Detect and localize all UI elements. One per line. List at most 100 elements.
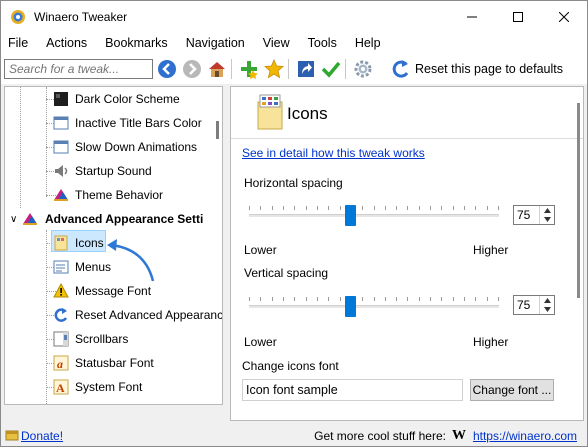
- spin-down-button[interactable]: [540, 305, 555, 314]
- tree-group-advanced-appearance[interactable]: ∨ Advanced Appearance Setti: [10, 207, 203, 231]
- minimize-icon: [467, 16, 477, 17]
- tree-item-label: Theme Behavior: [75, 188, 164, 202]
- tree-line: [20, 87, 21, 208]
- tweak-tree[interactable]: Dark Color Scheme Inactive Title Bars Co…: [4, 86, 223, 405]
- tree-item-theme-behavior[interactable]: Theme Behavior: [52, 183, 163, 207]
- tree-item-label: Statusbar Font: [75, 356, 154, 370]
- spin-down-button[interactable]: [540, 215, 555, 224]
- warning-icon: [52, 282, 70, 300]
- reset-page-button[interactable]: Reset this page to defaults: [392, 59, 563, 79]
- menu-view[interactable]: View: [254, 32, 299, 54]
- window-title: Winaero Tweaker: [34, 9, 128, 24]
- vertical-min-label: Lower: [244, 335, 277, 349]
- change-font-button[interactable]: Change font ...: [470, 379, 554, 401]
- panel-title: Icons: [287, 104, 328, 123]
- tree-item-system-font[interactable]: A System Font: [52, 375, 142, 399]
- horizontal-slider-ticks: [249, 206, 499, 210]
- tweak-panel: Icons See in detail how this tweak works…: [230, 86, 584, 421]
- menu-actions[interactable]: Actions: [37, 32, 96, 54]
- website-link[interactable]: https://winaero.com: [473, 429, 577, 443]
- theme-icon: [22, 210, 40, 228]
- back-button[interactable]: [156, 58, 178, 80]
- vertical-spacing-value: 75: [517, 298, 531, 312]
- search-input[interactable]: [4, 59, 153, 79]
- spin-up-button[interactable]: [540, 296, 555, 305]
- toolbar-separator: [288, 59, 289, 79]
- font-sample-box: Icon font sample: [242, 379, 463, 401]
- tree-item-slow-down-animations[interactable]: Slow Down Animations: [52, 135, 197, 159]
- tree-item-dark-color-scheme[interactable]: Dark Color Scheme: [52, 87, 180, 111]
- detail-link[interactable]: See in detail how this tweak works: [242, 146, 425, 160]
- forward-button[interactable]: [181, 58, 203, 80]
- menu-bookmarks[interactable]: Bookmarks: [96, 32, 177, 54]
- tree-item-reset-advanced[interactable]: Reset Advanced Appearance: [52, 303, 222, 327]
- close-button[interactable]: [541, 1, 587, 32]
- tree-item-label: Inactive Title Bars Color: [75, 116, 202, 130]
- vertical-slider-thumb[interactable]: [344, 296, 356, 317]
- add-bookmark-button[interactable]: [238, 58, 260, 80]
- apply-button[interactable]: [320, 58, 342, 80]
- minimize-button[interactable]: [449, 1, 495, 32]
- window-icon: [52, 114, 70, 132]
- maximize-button[interactable]: [495, 1, 541, 32]
- annotation-arrow: [107, 239, 155, 282]
- home-button[interactable]: [206, 58, 228, 80]
- menu-tools[interactable]: Tools: [299, 32, 346, 54]
- shortcut-arrow-icon: [298, 61, 314, 77]
- theme-icon: [52, 186, 70, 204]
- gear-icon: [354, 60, 372, 78]
- vertical-slider-track[interactable]: [249, 305, 499, 308]
- horizontal-min-label: Lower: [244, 243, 277, 257]
- shortcut-button[interactable]: [295, 58, 317, 80]
- horizontal-max-label: Higher: [473, 243, 509, 257]
- vertical-slider-ticks: [249, 297, 499, 301]
- chevron-down-icon: [544, 307, 551, 312]
- toolbar: Reset this page to defaults: [1, 54, 587, 84]
- app-logo-icon: [11, 9, 25, 24]
- app-window: Winaero Tweaker File Actions Bookmarks N…: [0, 0, 588, 447]
- speaker-icon: [52, 162, 70, 180]
- panel-scrollbar[interactable]: [571, 87, 583, 420]
- donate-icon: [5, 430, 19, 441]
- tree-item-startup-sound[interactable]: Startup Sound: [52, 159, 152, 183]
- tree-item-icons[interactable]: Icons: [52, 231, 104, 255]
- tree-group-label: Advanced Appearance Setti: [45, 212, 204, 226]
- tree-item-label: Dark Color Scheme: [75, 92, 180, 106]
- tree-item-statusbar-font[interactable]: a Statusbar Font: [52, 351, 154, 375]
- toolbar-separator: [231, 59, 232, 79]
- promo-text: Get more cool stuff here:: [314, 429, 446, 443]
- chevron-up-icon: [544, 298, 551, 303]
- horizontal-slider-thumb[interactable]: [344, 205, 356, 226]
- menu-navigation[interactable]: Navigation: [177, 32, 254, 54]
- menu-file[interactable]: File: [1, 32, 37, 54]
- horizontal-spacing-value: 75: [517, 208, 531, 222]
- donate-link[interactable]: Donate!: [21, 429, 63, 443]
- back-arrow-icon: [158, 60, 176, 78]
- add-bookmark-icon: [241, 61, 258, 79]
- tree-scrollbar[interactable]: [210, 87, 222, 404]
- change-font-label: Change icons font: [242, 359, 339, 373]
- close-icon: [559, 11, 569, 22]
- tree-item-label: System Font: [75, 380, 143, 394]
- tree-scrollbar-thumb[interactable]: [216, 121, 219, 139]
- vertical-spacing-label: Vertical spacing: [244, 266, 329, 280]
- panel-header: Icons: [231, 87, 583, 139]
- chevron-down-icon: [544, 217, 551, 222]
- toolbar-separator: [345, 59, 346, 79]
- menu-help[interactable]: Help: [346, 32, 390, 54]
- window-icon: [52, 138, 70, 156]
- settings-button[interactable]: [352, 58, 374, 80]
- tree-item-inactive-title-bars[interactable]: Inactive Title Bars Color: [52, 111, 202, 135]
- tree-item-menus[interactable]: Menus: [52, 255, 111, 279]
- horizontal-spacing-label: Horizontal spacing: [244, 176, 343, 190]
- spin-up-button[interactable]: [540, 206, 555, 215]
- tree-item-label: Startup Sound: [75, 164, 152, 178]
- star-icon: [264, 59, 284, 79]
- panel-scrollbar-thumb[interactable]: [577, 103, 580, 298]
- bookmarks-button[interactable]: [263, 58, 285, 80]
- tree-item-scrollbars[interactable]: Scrollbars: [52, 327, 128, 351]
- vertical-spacing-spinner[interactable]: 75: [513, 295, 555, 315]
- home-icon: [209, 62, 225, 77]
- horizontal-spacing-spinner[interactable]: 75: [513, 205, 555, 225]
- horizontal-slider-track[interactable]: [249, 214, 499, 217]
